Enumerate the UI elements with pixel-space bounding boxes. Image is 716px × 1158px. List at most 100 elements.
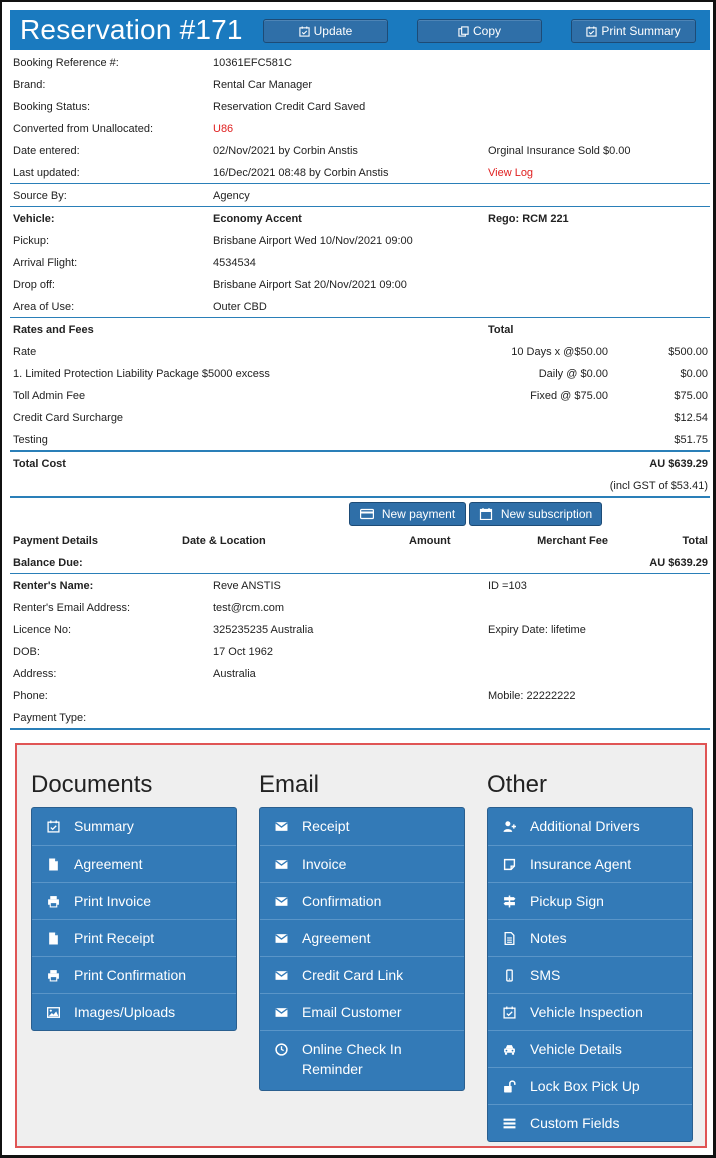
- converted-row: Converted from Unallocated: U86: [10, 118, 710, 140]
- item-label: Insurance Agent: [530, 856, 632, 872]
- item-label: Agreement: [74, 856, 143, 872]
- field-label: Pickup:: [13, 235, 50, 247]
- item-label: Vehicle Details: [530, 1041, 622, 1057]
- print-receipt-button[interactable]: Print Receipt: [32, 919, 236, 956]
- new-payment-button[interactable]: New payment: [349, 502, 466, 526]
- field-label: Booking Reference #:: [13, 57, 119, 69]
- rates-header-row: Rates and Fees Total: [10, 319, 710, 341]
- payment-details-heading: Payment Details: [13, 535, 98, 547]
- lock-box-pick-up-button[interactable]: Lock Box Pick Up: [488, 1067, 692, 1104]
- pickup-sign-button[interactable]: Pickup Sign: [488, 882, 692, 919]
- envelope-icon: [274, 968, 288, 982]
- print-summary-button[interactable]: Print Summary: [571, 19, 696, 43]
- phone-row: Phone: Mobile: 22222222: [10, 685, 710, 707]
- arrival-flight-value: 4534534: [213, 257, 256, 269]
- calendar-check-icon: [299, 25, 310, 37]
- email-customer-button[interactable]: Email Customer: [260, 993, 464, 1030]
- source-value: Agency: [213, 190, 250, 202]
- notes-button[interactable]: Notes: [488, 919, 692, 956]
- new-subscription-button[interactable]: New subscription: [469, 502, 602, 526]
- item-label: Receipt: [302, 818, 350, 834]
- images-uploads-button[interactable]: Images/Uploads: [32, 993, 236, 1030]
- calendar-check-icon: [46, 819, 60, 833]
- documents-list: Summary Agreement Print Invoice Print Re…: [31, 807, 237, 1031]
- rate-total: $0.00: [680, 368, 708, 380]
- update-label: Update: [313, 24, 353, 38]
- brand-row: Brand: Rental Car Manager: [10, 74, 710, 96]
- field-label: Converted from Unallocated:: [13, 123, 154, 135]
- envelope-icon: [274, 931, 288, 945]
- rate-line: Testing $51.75: [10, 429, 710, 451]
- print-invoice-button[interactable]: Print Invoice: [32, 882, 236, 919]
- vehicle-inspection-button[interactable]: Vehicle Inspection: [488, 993, 692, 1030]
- email-agreement-button[interactable]: Agreement: [260, 919, 464, 956]
- email-list: Receipt Invoice Confirmation Agreement C…: [259, 807, 465, 1091]
- gst-note: (incl GST of $53.41): [609, 480, 708, 492]
- page-header: Reservation #171 Update Copy Print Summa…: [10, 10, 710, 50]
- balance-due-row: Balance Due: AU $639.29: [10, 552, 710, 574]
- email-confirmation-button[interactable]: Confirmation: [260, 882, 464, 919]
- item-label: Email Customer: [302, 1004, 402, 1020]
- rate-name: Testing: [13, 434, 48, 446]
- item-label: Confirmation: [302, 893, 382, 909]
- total-cost-value: AU $639.29: [649, 458, 708, 470]
- print-summary-label: Print Summary: [601, 24, 681, 38]
- renter-id-value: ID =103: [488, 580, 527, 592]
- sms-button[interactable]: SMS: [488, 956, 692, 993]
- vehicle-value: Economy Accent: [213, 213, 302, 225]
- sticky-note-icon: [502, 857, 516, 871]
- mobile-icon: [502, 968, 516, 982]
- date-entered-row: Date entered: 02/Nov/2021 by Corbin Anst…: [10, 140, 710, 162]
- dob-value: 17 Oct 1962: [213, 646, 273, 658]
- last-updated-row: Last updated: 16/Dec/2021 08:48 by Corbi…: [10, 162, 710, 184]
- rate-line: 1. Limited Protection Liability Package …: [10, 363, 710, 385]
- online-check-in-reminder-button[interactable]: Online Check In Reminder: [260, 1030, 464, 1090]
- rate-detail: Fixed @ $75.00: [530, 390, 608, 402]
- dob-row: DOB: 17 Oct 1962: [10, 641, 710, 663]
- update-button[interactable]: Update: [263, 19, 388, 43]
- envelope-icon: [274, 819, 288, 833]
- view-log-link[interactable]: View Log: [488, 167, 533, 179]
- unallocated-link[interactable]: U86: [213, 123, 233, 135]
- envelope-icon: [274, 894, 288, 908]
- rate-total: $12.54: [674, 412, 708, 424]
- item-label: Summary: [74, 818, 134, 834]
- total-cost-row: Total Cost AU $639.29: [10, 453, 710, 475]
- documents-heading: Documents: [31, 771, 153, 798]
- amount-heading: Amount: [409, 535, 451, 547]
- area-of-use-row: Area of Use: Outer CBD: [10, 296, 710, 318]
- calendar-check-icon: [586, 25, 597, 37]
- arrival-flight-row: Arrival Flight: 4534534: [10, 252, 710, 274]
- custom-fields-button[interactable]: Custom Fields: [488, 1104, 692, 1141]
- print-confirmation-button[interactable]: Print Confirmation: [32, 956, 236, 993]
- item-label: Additional Drivers: [530, 818, 640, 834]
- calendar-icon: [479, 508, 492, 520]
- insurance-note: Orginal Insurance Sold $0.00: [488, 145, 631, 157]
- vehicle-details-button[interactable]: Vehicle Details: [488, 1030, 692, 1067]
- insurance-agent-button[interactable]: Insurance Agent: [488, 845, 692, 882]
- item-label: Invoice: [302, 856, 347, 872]
- renter-name-row: Renter's Name: Reve ANSTIS ID =103: [10, 575, 710, 597]
- email-credit-card-link-button[interactable]: Credit Card Link: [260, 956, 464, 993]
- additional-drivers-button[interactable]: Additional Drivers: [488, 808, 692, 845]
- licence-expiry-value: Expiry Date: lifetime: [488, 624, 586, 636]
- email-heading: Email: [259, 771, 320, 798]
- divider: [10, 573, 710, 574]
- copy-button[interactable]: Copy: [417, 19, 542, 43]
- dropoff-value: Brisbane Airport Sat 20/Nov/2021 09:00: [213, 279, 407, 291]
- rate-total: $51.75: [674, 434, 708, 446]
- item-label: SMS: [530, 967, 561, 983]
- email-receipt-button[interactable]: Receipt: [260, 808, 464, 845]
- booking-status-row: Booking Status: Reservation Credit Card …: [10, 96, 710, 118]
- agreement-button[interactable]: Agreement: [32, 845, 236, 882]
- divider: [10, 496, 710, 498]
- credit-card-icon: [359, 508, 374, 520]
- licence-value: 325235235 Australia: [213, 624, 314, 636]
- print-icon: [46, 894, 60, 908]
- rates-total-heading: Total: [488, 324, 514, 336]
- summary-button[interactable]: Summary: [32, 808, 236, 845]
- renter-email-row: Renter's Email Address: test@rcm.com: [10, 597, 710, 619]
- rates-heading: Rates and Fees: [13, 324, 94, 336]
- field-label: Phone:: [13, 690, 48, 702]
- email-invoice-button[interactable]: Invoice: [260, 845, 464, 882]
